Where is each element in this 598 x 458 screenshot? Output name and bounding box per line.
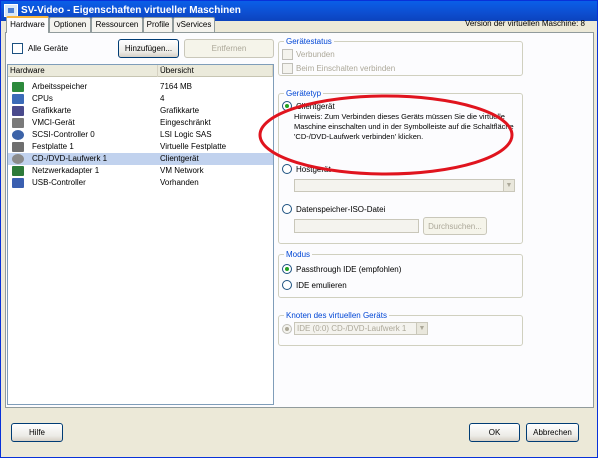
hardware-row[interactable]: USB-Controller Vorhanden xyxy=(8,177,273,189)
hardware-name: USB-Controller xyxy=(32,178,86,187)
connect-on-power-label: Beim Einschalten verbinden xyxy=(296,64,396,73)
hardware-summary: VM Network xyxy=(160,166,204,175)
hardware-row[interactable]: Festplatte 1 Virtuelle Festplatte xyxy=(8,141,273,153)
hardware-list: Hardware Übersicht Arbeitsspeicher 7164 M… xyxy=(7,64,274,405)
dialog-window: SV-Video - Eigenschaften virtueller Masc… xyxy=(0,0,598,458)
iso-file-radio[interactable] xyxy=(282,204,292,214)
hardware-name: CPUs xyxy=(32,94,53,103)
browse-button[interactable]: Durchsuchen... xyxy=(423,217,487,235)
hardware-row[interactable]: SCSI-Controller 0 LSI Logic SAS xyxy=(8,129,273,141)
hardware-name: Festplatte 1 xyxy=(32,142,74,151)
hardware-summary: 7164 MB xyxy=(160,82,193,91)
disk-icon xyxy=(12,142,24,152)
list-header: Hardware Übersicht xyxy=(8,65,273,77)
hardware-row[interactable]: VMCI-Gerät Eingeschränkt xyxy=(8,117,273,129)
tab-options[interactable]: Optionen xyxy=(49,17,91,32)
display-icon xyxy=(12,106,24,116)
vm-version-label: Version der virtuellen Maschine: 8 xyxy=(464,19,585,28)
hardware-summary: LSI Logic SAS xyxy=(160,130,212,139)
add-button[interactable]: Hinzufügen... xyxy=(118,39,179,58)
hardware-summary: Virtuelle Festplatte xyxy=(160,142,227,151)
column-summary[interactable]: Übersicht xyxy=(158,65,273,77)
emulate-ide-label: IDE emulieren xyxy=(296,281,347,290)
iso-path-input[interactable] xyxy=(294,219,419,233)
hardware-name: VMCI-Gerät xyxy=(32,118,75,127)
hardware-row[interactable]: Arbeitsspeicher 7164 MB xyxy=(8,81,273,93)
hardware-summary: 4 xyxy=(160,94,165,103)
hardware-row[interactable]: Grafikkarte Grafikkarte xyxy=(8,105,273,117)
virtual-node-select[interactable]: IDE (0:0) CD-/DVD-Laufwerk 1 ▼ xyxy=(294,322,428,335)
connected-label: Verbunden xyxy=(296,50,335,59)
memory-icon xyxy=(12,82,24,92)
connect-on-power-checkbox[interactable] xyxy=(282,63,293,74)
connected-checkbox[interactable] xyxy=(282,49,293,60)
tab-hardware[interactable]: Hardware xyxy=(6,16,49,33)
cdrom-icon xyxy=(12,154,24,164)
tab-resources[interactable]: Ressourcen xyxy=(91,17,143,32)
column-hardware[interactable]: Hardware xyxy=(8,65,158,77)
device-status-legend: Gerätestatus xyxy=(286,37,332,46)
ok-button[interactable]: OK xyxy=(469,423,520,442)
remove-button[interactable]: Entfernen xyxy=(184,39,274,58)
hardware-name: Arbeitsspeicher xyxy=(32,82,88,91)
scsi-icon xyxy=(12,130,24,140)
chevron-down-icon: ▼ xyxy=(416,323,427,334)
virtual-node-value: IDE (0:0) CD-/DVD-Laufwerk 1 xyxy=(297,324,407,333)
hardware-row[interactable]: Netzwerkadapter 1 VM Network xyxy=(8,165,273,177)
hardware-name: CD-/DVD-Laufwerk 1 xyxy=(32,154,108,163)
usb-icon xyxy=(12,178,24,188)
cancel-button[interactable]: Abbrechen xyxy=(526,423,579,442)
virtual-node-radio[interactable] xyxy=(282,324,292,334)
hardware-name: SCSI-Controller 0 xyxy=(32,130,95,139)
hardware-summary: Vorhanden xyxy=(160,178,199,187)
vmci-icon xyxy=(12,118,24,128)
all-devices-checkbox[interactable] xyxy=(12,43,23,54)
hardware-summary: Eingeschränkt xyxy=(160,118,211,127)
annotation-ellipse-shape xyxy=(258,94,514,176)
tab-vservices[interactable]: vServices xyxy=(173,17,215,32)
mode-group: Modus xyxy=(278,250,523,298)
virtual-node-legend: Knoten des virtuellen Geräts xyxy=(286,311,387,320)
hardware-summary: Grafikkarte xyxy=(160,106,200,115)
help-button[interactable]: Hilfe xyxy=(11,423,63,442)
cpu-icon xyxy=(12,94,24,104)
emulate-ide-radio[interactable] xyxy=(282,280,292,290)
hardware-row[interactable]: CPUs 4 xyxy=(8,93,273,105)
hardware-name: Netzwerkadapter 1 xyxy=(32,166,100,175)
red-annotation-ellipse xyxy=(258,94,514,176)
mode-legend: Modus xyxy=(286,250,311,259)
network-icon xyxy=(12,166,24,176)
chevron-down-icon: ▼ xyxy=(503,180,514,191)
all-devices-label: Alle Geräte xyxy=(28,44,69,53)
hardware-summary: Clientgerät xyxy=(160,154,199,163)
passthrough-ide-radio[interactable] xyxy=(282,264,292,274)
hardware-row[interactable]: CD-/DVD-Laufwerk 1 Clientgerät xyxy=(8,153,273,165)
hardware-name: Grafikkarte xyxy=(32,106,72,115)
tab-profiles[interactable]: Profile xyxy=(143,17,173,32)
passthrough-ide-label: Passthrough IDE (empfohlen) xyxy=(296,265,402,274)
window-title: SV-Video - Eigenschaften virtueller Masc… xyxy=(21,5,241,16)
iso-file-label: Datenspeicher-ISO-Datei xyxy=(296,205,386,214)
